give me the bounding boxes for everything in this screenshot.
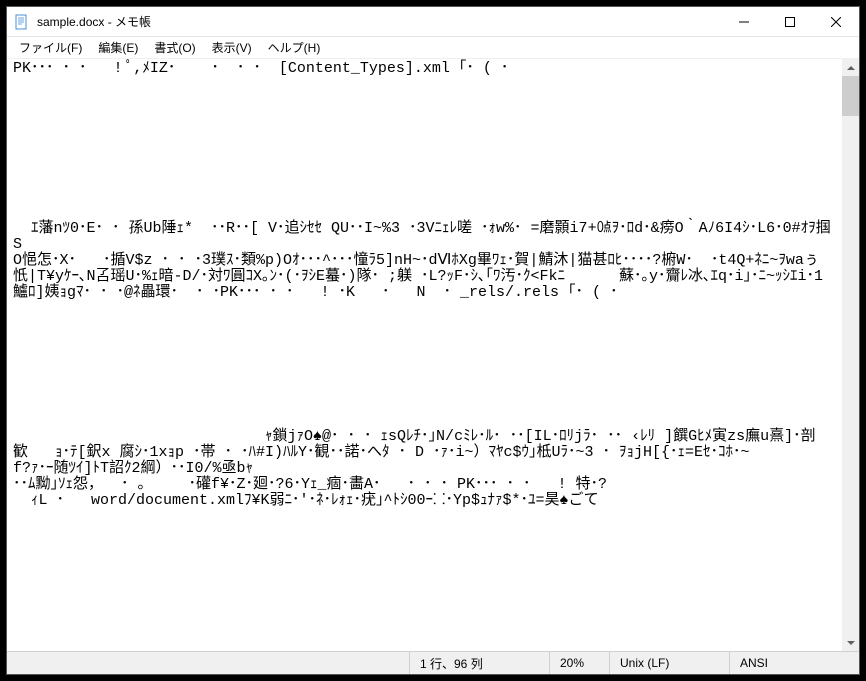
titlebar: sample.docx - メモ帳: [7, 7, 859, 37]
scroll-track[interactable]: [842, 76, 859, 634]
scroll-down-button[interactable]: [842, 634, 859, 651]
menu-edit[interactable]: 編集(E): [90, 37, 146, 58]
status-lineending: Unix (LF): [609, 652, 729, 674]
notepad-window: sample.docx - メモ帳 ファイル(F) 編集(E) 書式(O) 表示…: [6, 6, 860, 675]
close-button[interactable]: [813, 7, 859, 36]
menu-format[interactable]: 書式(O): [146, 37, 203, 58]
text-content[interactable]: PK･･･ ･ ･ ! ﾟ,ﾒIZ･ ･ ･ ･ [Content_Types]…: [7, 59, 842, 651]
menubar: ファイル(F) 編集(E) 書式(O) 表示(V) ヘルプ(H): [7, 37, 859, 59]
window-title: sample.docx - メモ帳: [35, 13, 721, 30]
minimize-button[interactable]: [721, 7, 767, 36]
window-controls: [721, 7, 859, 36]
status-zoom: 20%: [549, 652, 609, 674]
scroll-up-button[interactable]: [842, 59, 859, 76]
menu-view[interactable]: 表示(V): [204, 37, 260, 58]
vertical-scrollbar[interactable]: [842, 59, 859, 651]
status-spacer: [7, 652, 409, 674]
statusbar: 1 行、96 列 20% Unix (LF) ANSI: [7, 651, 859, 674]
menu-help[interactable]: ヘルプ(H): [260, 37, 329, 58]
notepad-icon: [13, 14, 29, 30]
status-position: 1 行、96 列: [409, 652, 549, 674]
status-encoding: ANSI: [729, 652, 859, 674]
content-area: PK･･･ ･ ･ ! ﾟ,ﾒIZ･ ･ ･ ･ [Content_Types]…: [7, 59, 859, 651]
menu-file[interactable]: ファイル(F): [11, 37, 90, 58]
scroll-thumb[interactable]: [842, 76, 859, 116]
maximize-button[interactable]: [767, 7, 813, 36]
